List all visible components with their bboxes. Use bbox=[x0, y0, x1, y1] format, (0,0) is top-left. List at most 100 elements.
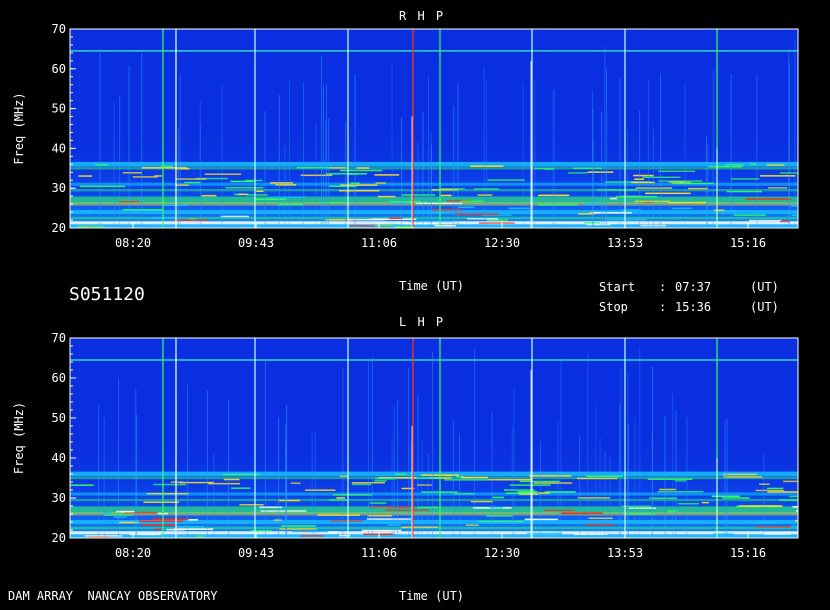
burst-segment bbox=[544, 491, 576, 493]
burst-segment bbox=[509, 484, 551, 486]
burst-segment bbox=[351, 522, 398, 524]
burst-segment bbox=[576, 477, 618, 480]
burst-segment bbox=[790, 525, 798, 528]
y-tick-label: 50 bbox=[52, 411, 66, 425]
y-tick-label: 20 bbox=[52, 531, 66, 545]
burst-segment bbox=[279, 528, 317, 530]
x-tick-label: 09:43 bbox=[238, 546, 274, 560]
burst-segment bbox=[278, 499, 300, 502]
burst-segment bbox=[465, 524, 479, 526]
interference-band bbox=[70, 498, 798, 502]
y-tick-label: 70 bbox=[52, 331, 66, 345]
burst-segment bbox=[152, 518, 189, 520]
burst-segment bbox=[336, 497, 346, 499]
burst-segment bbox=[738, 505, 782, 507]
burst-segment bbox=[70, 484, 94, 486]
burst-segment bbox=[416, 484, 432, 486]
burst-segment bbox=[179, 481, 214, 484]
burst-segment bbox=[260, 510, 307, 512]
burst-segment bbox=[678, 502, 699, 505]
y-axis-label: Freq (MHz) bbox=[12, 402, 26, 474]
x-tick-label: 13:53 bbox=[607, 546, 643, 560]
burst-segment bbox=[659, 488, 676, 491]
burst-segment bbox=[755, 525, 792, 528]
interference-band bbox=[70, 359, 798, 361]
burst-segment bbox=[722, 473, 758, 476]
burst-segment bbox=[544, 509, 575, 512]
burst-segment bbox=[223, 478, 240, 481]
burst-segment bbox=[519, 480, 560, 483]
burst-segment bbox=[524, 518, 559, 521]
x-tick-label: 11:06 bbox=[361, 546, 397, 560]
y-tick-label: 60 bbox=[52, 371, 66, 385]
bottom-x-axis-label: Time (UT) bbox=[399, 589, 465, 603]
burst-segment bbox=[479, 520, 524, 523]
lhp-spectrogram: 20 30 40 50 60 70 08:20 09:43 11:06 12:30 13:53 15:… bbox=[12, 331, 799, 560]
burst-segment bbox=[767, 491, 798, 493]
burst-segment bbox=[361, 529, 402, 532]
burst-segment bbox=[231, 487, 251, 489]
burst-segment bbox=[113, 516, 127, 518]
burst-segment bbox=[796, 510, 798, 512]
burst-segment bbox=[153, 483, 187, 486]
burst-segment bbox=[317, 514, 360, 516]
burst-segment bbox=[763, 533, 791, 535]
burst-segment bbox=[766, 487, 784, 490]
burst-segment bbox=[519, 493, 539, 495]
burst-segment bbox=[517, 491, 538, 493]
burst-segment bbox=[290, 482, 301, 484]
burst-segment bbox=[444, 479, 489, 481]
burst-segment bbox=[588, 517, 613, 520]
y-tick-label: 40 bbox=[52, 451, 66, 465]
burst-segment bbox=[713, 533, 734, 535]
burst-segment bbox=[574, 533, 608, 536]
burst-segment bbox=[701, 501, 709, 504]
burst-segment bbox=[374, 480, 387, 482]
burst-segment bbox=[305, 489, 336, 491]
burst-segment bbox=[789, 495, 798, 498]
y-tick-label: 30 bbox=[52, 491, 66, 505]
burst-segment bbox=[533, 482, 573, 484]
burst-segment bbox=[454, 493, 475, 495]
burst-segment bbox=[723, 476, 762, 478]
burst-segment bbox=[177, 525, 205, 528]
interference-band bbox=[70, 531, 798, 535]
burst-segment bbox=[711, 495, 740, 498]
burst-segment bbox=[291, 530, 329, 533]
burst-segment bbox=[492, 496, 505, 499]
burst-segment bbox=[196, 535, 204, 537]
burst-segment bbox=[647, 478, 693, 480]
burst-segment bbox=[503, 489, 535, 491]
burst-segment bbox=[143, 501, 180, 503]
footer-source: DAM ARRAY NANCAY OBSERVATORY bbox=[8, 589, 218, 603]
burst-segment bbox=[329, 499, 347, 501]
burst-segment bbox=[621, 505, 651, 508]
burst-segment bbox=[486, 515, 513, 517]
burst-segment bbox=[153, 528, 162, 530]
burst-segment bbox=[250, 530, 273, 532]
burst-segment bbox=[488, 478, 533, 481]
burst-segment bbox=[367, 515, 393, 517]
burst-segment bbox=[366, 518, 412, 520]
interference-band bbox=[70, 512, 798, 516]
burst-segment bbox=[759, 483, 770, 485]
burst-segment bbox=[783, 480, 798, 483]
burst-segment bbox=[755, 489, 785, 492]
x-tick-label: 15:16 bbox=[730, 546, 766, 560]
burst-segment bbox=[329, 520, 364, 522]
burst-segment bbox=[529, 475, 572, 477]
burst-segment bbox=[332, 494, 372, 496]
burst-segment bbox=[722, 497, 750, 499]
burst-segment bbox=[146, 492, 189, 495]
burst-segment bbox=[748, 521, 775, 524]
burst-segment bbox=[339, 475, 349, 478]
burst-segment bbox=[239, 504, 264, 506]
burst-segment bbox=[561, 512, 603, 515]
burst-segment bbox=[141, 524, 178, 526]
x-tick-label: 12:30 bbox=[484, 546, 520, 560]
burst-segment bbox=[795, 519, 798, 522]
burst-segment bbox=[363, 533, 394, 536]
interference-band bbox=[70, 534, 798, 538]
burst-segment bbox=[370, 506, 413, 509]
x-tick-label: 08:20 bbox=[115, 546, 151, 560]
